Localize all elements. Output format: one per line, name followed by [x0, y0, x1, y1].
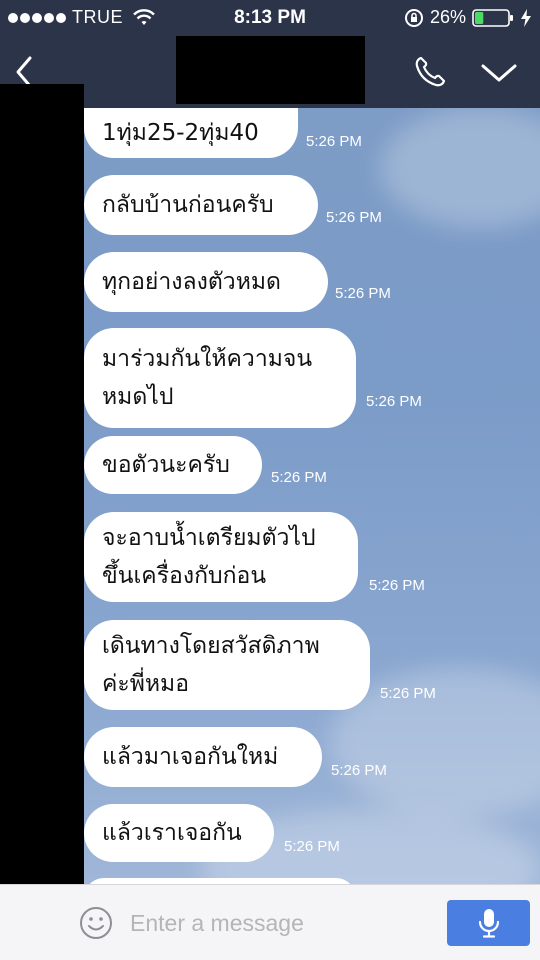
- background-cloud: [380, 108, 540, 228]
- battery-percent: 26%: [429, 7, 466, 27]
- message-bubble[interactable]: 1ทุ่ม25-2ทุ่ม40: [84, 108, 298, 158]
- message-input[interactable]: [130, 903, 430, 943]
- message-input-bar: [0, 884, 540, 960]
- message-timestamp: 5:26 PM: [284, 838, 340, 855]
- message-timestamp: 5:26 PM: [326, 209, 382, 226]
- message-text-line: จะอาบน้ำเตรียมตัวไป: [102, 525, 316, 551]
- message-bubble[interactable]: แล้วมาเจอกันใหม่: [84, 727, 322, 787]
- message-text: แล้วเราเจอกัน: [102, 820, 242, 846]
- message-text: ทุกอย่างลงตัวหมด: [102, 269, 281, 295]
- message-text-line: ขึ้นเครื่องกับก่อน: [102, 563, 267, 589]
- message-timestamp: 5:26 PM: [306, 133, 362, 150]
- battery-icon: [472, 8, 513, 27]
- message-timestamp: 5:26 PM: [271, 469, 327, 486]
- contact-name-redacted: [176, 36, 365, 104]
- voice-message-button[interactable]: [447, 900, 530, 946]
- message-timestamp: 5:26 PM: [366, 393, 422, 410]
- message-text-line: ค่ะพี่หมอ: [102, 671, 190, 697]
- message-bubble[interactable]: มาร่วมกันให้ความจน หมดไป: [84, 328, 356, 428]
- message-text: ขอตัวนะครับ: [102, 452, 230, 478]
- avatar-redacted: [0, 84, 84, 960]
- charging-bolt-icon: [521, 8, 531, 27]
- message-timestamp: 5:26 PM: [369, 577, 425, 594]
- message-bubble[interactable]: จะอาบน้ำเตรียมตัวไป ขึ้นเครื่องกับก่อน: [84, 512, 358, 602]
- orientation-lock-icon: [404, 8, 423, 27]
- phone-icon[interactable]: [412, 54, 448, 90]
- message-timestamp: 5:26 PM: [335, 285, 391, 302]
- message-bubble[interactable]: ทุกอย่างลงตัวหมด: [84, 252, 328, 312]
- message-text: แล้วมาเจอกันใหม่: [102, 744, 279, 770]
- status-bar: TRUE 8:13 PM 26%: [0, 0, 540, 36]
- message-bubble[interactable]: แล้วเราเจอกัน: [84, 804, 274, 862]
- message-timestamp: 5:26 PM: [331, 762, 387, 779]
- message-bubble[interactable]: ขอตัวนะครับ: [84, 436, 262, 494]
- message-text-line: หมดไป: [102, 384, 174, 410]
- message-text: 1ทุ่ม25-2ทุ่ม40: [102, 120, 259, 146]
- message-bubble[interactable]: เดินทางโดยสวัสดิภาพ ค่ะพี่หมอ: [84, 620, 370, 710]
- status-right: 26%: [404, 7, 532, 28]
- message-text: กลับบ้านก่อนครับ: [102, 192, 274, 218]
- chevron-down-icon[interactable]: [478, 58, 520, 88]
- emoji-icon[interactable]: [78, 905, 114, 941]
- message-bubble[interactable]: กลับบ้านก่อนครับ: [84, 175, 318, 235]
- message-text-line: เดินทางโดยสวัสดิภาพ: [102, 633, 320, 659]
- message-text-line: มาร่วมกันให้ความจน: [102, 346, 313, 372]
- message-timestamp: 5:26 PM: [380, 685, 436, 702]
- microphone-icon: [478, 909, 499, 938]
